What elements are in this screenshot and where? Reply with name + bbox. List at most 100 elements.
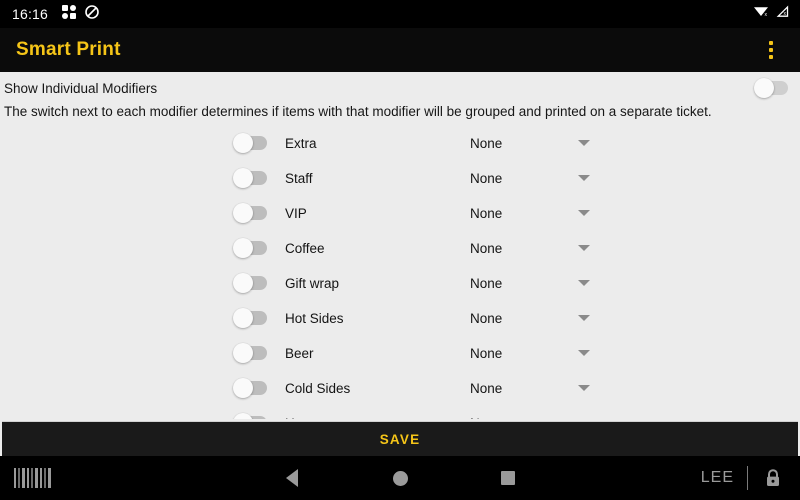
- modifier-ticket-value: None: [470, 205, 503, 221]
- toggle-thumb: [233, 413, 253, 419]
- modifier-row[interactable]: Cold Sides None: [233, 371, 590, 406]
- modifier-row[interactable]: Beer None: [233, 336, 590, 371]
- modifier-toggle[interactable]: [233, 308, 267, 329]
- modifier-ticket-value: None: [470, 135, 503, 151]
- modifier-ticket-dropdown[interactable]: None: [470, 416, 590, 419]
- modifier-ticket-value: None: [470, 240, 503, 256]
- do-not-disturb-icon: [85, 4, 99, 24]
- modifier-toggle[interactable]: [233, 168, 267, 189]
- recents-glyph: [501, 471, 515, 485]
- modifier-label: Coffee: [285, 240, 325, 256]
- modifier-row[interactable]: HotNone: [233, 406, 590, 419]
- modifier-row[interactable]: Gift wrap None: [233, 266, 590, 301]
- barcode-bar: [44, 468, 46, 488]
- home-glyph: [392, 470, 408, 486]
- modifier-toggle[interactable]: [233, 273, 267, 294]
- status-clock: 16:16: [12, 6, 49, 22]
- modifier-ticket-dropdown[interactable]: None: [470, 241, 590, 256]
- modifier-ticket-value: None: [470, 345, 503, 361]
- modifier-ticket-dropdown[interactable]: None: [470, 381, 590, 396]
- save-button[interactable]: SAVE: [2, 421, 798, 456]
- modifier-ticket-value: None: [470, 380, 503, 396]
- modifier-label: Gift wrap: [285, 275, 340, 291]
- chevron-down-icon: [578, 210, 590, 217]
- modifier-toggle[interactable]: [233, 378, 267, 399]
- home-circle-icon[interactable]: [346, 456, 454, 500]
- barcode-bar: [48, 468, 51, 488]
- barcode-icon[interactable]: [14, 468, 51, 488]
- save-bar: SAVE: [0, 419, 800, 456]
- barcode-bar: [40, 468, 42, 488]
- modifier-label: Staff: [285, 170, 313, 186]
- settings-description: The switch next to each modifier determi…: [4, 104, 712, 119]
- modifier-toggle[interactable]: [233, 133, 267, 154]
- modifier-label: Beer: [285, 345, 314, 361]
- svg-text:x: x: [765, 12, 768, 18]
- lock-icon[interactable]: [748, 468, 786, 488]
- modifier-ticket-dropdown[interactable]: None: [470, 206, 590, 221]
- app-screen: 16:16 x x Smart Print Show Individual Mo…: [0, 0, 800, 500]
- overflow-dot: [769, 48, 773, 52]
- modifier-label: Hot Sides: [285, 310, 344, 326]
- show-individual-modifiers-label: Show Individual Modifiers: [4, 80, 158, 96]
- modifier-row[interactable]: VIP None: [233, 196, 590, 231]
- status-left-icons: [62, 4, 99, 24]
- overflow-dot: [769, 55, 773, 59]
- recents-square-icon[interactable]: [454, 456, 562, 500]
- system-navigation-bar: LEE: [0, 456, 800, 500]
- modifier-toggle[interactable]: [233, 238, 267, 259]
- chevron-down-icon: [578, 140, 590, 147]
- modifier-label: VIP: [285, 205, 307, 221]
- modifier-ticket-dropdown[interactable]: None: [470, 136, 590, 151]
- modifier-list: Extra None Staff None VIP None Coffee None Gift …: [0, 125, 800, 419]
- apps-grid-icon: [62, 4, 77, 24]
- more-vertical-icon[interactable]: [754, 31, 788, 69]
- back-triangle-icon[interactable]: [238, 456, 346, 500]
- modifier-row[interactable]: Hot Sides None: [233, 301, 590, 336]
- show-individual-modifiers-row: Show Individual Modifiers: [0, 76, 800, 100]
- modifier-list-inner: Extra None Staff None VIP None Coffee None Gift …: [0, 126, 800, 419]
- modifier-ticket-dropdown[interactable]: None: [470, 346, 590, 361]
- modifier-label: Extra: [285, 135, 317, 151]
- chevron-down-icon: [578, 350, 590, 357]
- toggle-thumb: [754, 78, 774, 98]
- chevron-down-icon: [578, 245, 590, 252]
- back-glyph: [286, 469, 298, 487]
- modifier-row[interactable]: Extra None: [233, 126, 590, 161]
- barcode-bar: [14, 468, 16, 488]
- save-button-label: SAVE: [379, 431, 421, 447]
- cellular-no-signal-icon: x: [775, 4, 790, 24]
- modifier-ticket-dropdown[interactable]: None: [470, 311, 590, 326]
- toggle-thumb: [233, 378, 253, 399]
- modifier-ticket-value: None: [470, 416, 572, 419]
- toggle-thumb: [233, 308, 253, 329]
- toggle-thumb: [233, 273, 253, 294]
- modifier-ticket-value: None: [470, 170, 503, 186]
- settings-header: Show Individual Modifiers The switch nex…: [0, 72, 800, 126]
- toggle-thumb: [233, 133, 253, 154]
- toggle-thumb: [233, 238, 253, 259]
- chevron-down-icon: [578, 175, 590, 182]
- modifier-toggle[interactable]: [233, 413, 267, 419]
- modifier-ticket-dropdown[interactable]: None: [470, 276, 590, 291]
- modifier-toggle[interactable]: [233, 343, 267, 364]
- nav-center-group: [0, 456, 800, 500]
- barcode-bar: [22, 468, 25, 488]
- status-right-icons: x x: [753, 4, 790, 24]
- modifier-toggle[interactable]: [233, 203, 267, 224]
- modifier-row[interactable]: Coffee None: [233, 231, 590, 266]
- page-title: Smart Print: [16, 39, 121, 60]
- chevron-down-icon: [578, 385, 590, 392]
- show-individual-modifiers-toggle[interactable]: [754, 78, 788, 98]
- barcode-bar: [27, 468, 29, 488]
- chevron-down-icon: [578, 315, 590, 322]
- wifi-no-internet-icon: x: [753, 5, 769, 24]
- barcode-bar: [35, 468, 38, 488]
- current-user-label[interactable]: LEE: [695, 469, 747, 487]
- status-bar: 16:16 x x: [0, 0, 800, 28]
- overflow-dot: [769, 41, 773, 45]
- modifier-row[interactable]: Staff None: [233, 161, 590, 196]
- modifier-ticket-dropdown[interactable]: None: [470, 171, 590, 186]
- barcode-bar: [18, 468, 20, 488]
- modifier-ticket-value: None: [470, 310, 503, 326]
